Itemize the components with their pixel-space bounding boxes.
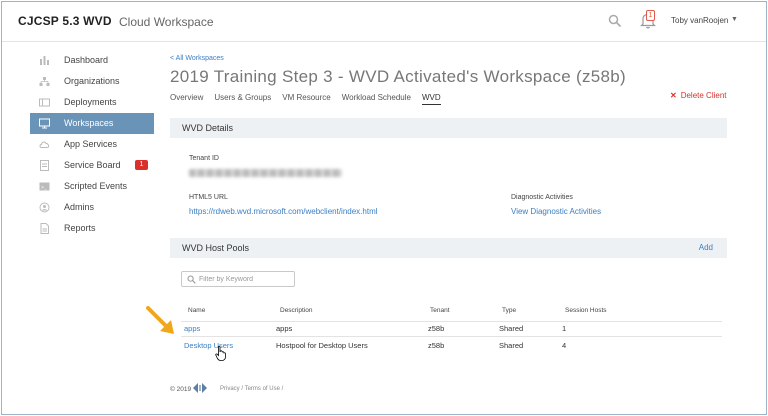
monitor-icon — [39, 118, 50, 129]
sidebar-item-label: Workspaces — [64, 118, 114, 128]
sidebar-item-app-services[interactable]: App Services — [30, 134, 154, 155]
brand-subtitle: Cloud Workspace — [119, 15, 214, 29]
table-divider — [181, 321, 722, 322]
hand-cursor-icon — [215, 346, 226, 361]
html5-url-link[interactable]: https://rdweb.wvd.microsoft.com/webclien… — [189, 207, 378, 216]
sidebar-item-scripted-events[interactable]: >_ Scripted Events — [30, 176, 154, 197]
breadcrumb-all-workspaces[interactable]: < All Workspaces — [170, 55, 224, 62]
svg-text:>_: >_ — [41, 185, 48, 191]
host-pool-tenant: z58b — [428, 341, 445, 350]
html5-url-label: HTML5 URL — [189, 194, 228, 201]
app-window: CJCSP 5.3 WVD Cloud Workspace 1 Toby van… — [1, 1, 767, 415]
cloud-icon — [39, 141, 50, 148]
host-pool-session-hosts: 1 — [562, 324, 567, 333]
sidebar-item-reports[interactable]: Reports — [30, 218, 154, 239]
tab-vm-resource[interactable]: VM Resource — [282, 93, 330, 105]
search-icon[interactable] — [608, 14, 622, 28]
tab-overview[interactable]: Overview — [170, 93, 203, 105]
deployments-icon — [39, 98, 50, 107]
sidebar-item-label: Admins — [64, 202, 95, 212]
tab-users-groups[interactable]: Users & Groups — [214, 93, 271, 105]
column-header-name: Name — [188, 307, 206, 314]
sidebar-item-label: Dashboard — [64, 55, 109, 65]
wvd-details-title: WVD Details — [182, 123, 234, 133]
column-header-description: Description — [280, 307, 313, 314]
sidebar-item-label: Deployments — [64, 97, 117, 107]
filter-box[interactable] — [181, 271, 295, 287]
sidebar-nav: Dashboard Organizations Deployments Work… — [30, 50, 154, 239]
sidebar-item-label: App Services — [64, 139, 118, 149]
wvd-details-header: WVD Details — [170, 118, 727, 138]
delete-client-button[interactable]: ✕ Delete Client — [670, 91, 727, 100]
diagnostic-activities-label: Diagnostic Activities — [511, 194, 573, 201]
host-pool-description: apps — [276, 324, 293, 333]
sidebar-item-label: Service Board — [64, 160, 121, 170]
org-icon — [39, 77, 50, 86]
script-icon: >_ — [39, 182, 50, 191]
top-bar: CJCSP 5.3 WVD Cloud Workspace 1 Toby van… — [2, 2, 766, 42]
host-pool-session-hosts: 4 — [562, 341, 567, 350]
sidebar-item-dashboard[interactable]: Dashboard — [30, 50, 154, 71]
notification-badge[interactable]: 1 — [646, 10, 655, 21]
dashboard-icon — [40, 56, 49, 65]
column-header-tenant: Tenant — [430, 307, 450, 314]
sidebar-item-service-board[interactable]: Service Board 1 — [30, 155, 154, 176]
host-pool-type: Shared — [499, 341, 524, 350]
table-divider — [181, 336, 722, 337]
sidebar-item-deployments[interactable]: Deployments — [30, 92, 154, 113]
add-host-pool-button[interactable]: Add — [699, 243, 713, 252]
service-board-badge: 1 — [135, 160, 148, 170]
host-pools-title: WVD Host Pools — [182, 243, 250, 253]
board-icon — [40, 160, 49, 171]
host-pool-type: Shared — [499, 324, 524, 333]
footer-links[interactable]: Privacy / Terms of Use / — [220, 386, 283, 392]
report-icon — [40, 223, 49, 234]
column-header-type: Type — [502, 307, 517, 314]
search-icon — [187, 275, 196, 284]
user-menu[interactable]: Toby vanRoojen — [671, 16, 728, 25]
page-title: 2019 Training Step 3 - WVD Activated's W… — [170, 67, 626, 86]
view-diagnostic-activities-link[interactable]: View Diagnostic Activities — [511, 207, 601, 216]
footer-copyright: © 2019 — [170, 386, 192, 393]
sidebar-item-label: Organizations — [64, 76, 120, 86]
tab-workload-schedule[interactable]: Workload Schedule — [342, 93, 411, 105]
company-logo-icon — [193, 383, 207, 393]
host-pool-description: Hostpool for Desktop Users — [276, 341, 368, 350]
brand-name[interactable]: CJCSP 5.3 WVD — [18, 14, 112, 28]
tab-wvd[interactable]: WVD — [421, 93, 441, 105]
sidebar-item-label: Reports — [64, 223, 96, 233]
host-pool-tenant: z58b — [428, 324, 445, 333]
sidebar-item-organizations[interactable]: Organizations — [30, 71, 154, 92]
tab-bar: Overview Users & Groups VM Resource Work… — [170, 93, 452, 105]
close-icon: ✕ — [670, 91, 677, 100]
chevron-down-icon[interactable]: ▼ — [731, 16, 738, 23]
filter-input[interactable] — [199, 274, 291, 285]
tenant-id-value-redacted — [189, 169, 342, 177]
host-pools-header: WVD Host Pools Add — [170, 238, 727, 258]
tenant-id-label: Tenant ID — [189, 155, 219, 162]
sidebar-item-label: Scripted Events — [64, 181, 128, 191]
sidebar-item-workspaces[interactable]: Workspaces — [30, 113, 154, 134]
sidebar-item-admins[interactable]: Admins — [30, 197, 154, 218]
delete-client-label: Delete Client — [680, 91, 727, 100]
admin-icon — [39, 202, 50, 213]
host-pool-name-link[interactable]: apps — [184, 324, 200, 333]
column-header-session-hosts: Session Hosts — [565, 307, 607, 314]
annotation-arrow-icon — [146, 306, 174, 334]
